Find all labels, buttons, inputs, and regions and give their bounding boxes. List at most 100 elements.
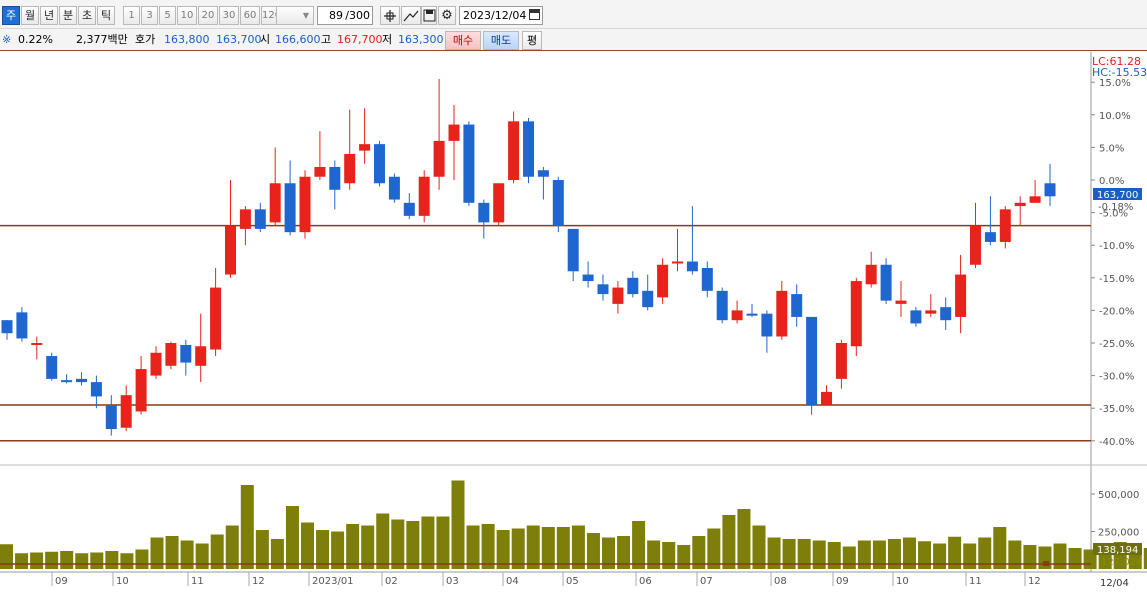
candle-body (761, 313, 773, 337)
flat-button[interactable]: 평 (522, 31, 542, 50)
candle-body (567, 228, 579, 272)
candle-body (537, 170, 549, 177)
interval-button[interactable]: 20 (198, 6, 218, 25)
interval-dropdown[interactable]: ▼ (276, 6, 314, 25)
x-tick-label: 12 (1028, 576, 1041, 587)
volume-bar (571, 525, 585, 569)
interval-button[interactable]: 3 (141, 6, 158, 25)
buy-button[interactable]: 매수 (445, 31, 481, 50)
volume-bar (662, 542, 676, 569)
candle-count-field[interactable]: 89 /300 (317, 6, 373, 25)
volume-bar (541, 527, 555, 569)
interval-button[interactable]: 1 (123, 6, 140, 25)
volume-bar (963, 543, 977, 569)
volume-bar (1023, 545, 1037, 569)
current-change-label: -0.18% (1098, 202, 1133, 213)
volume-bar (225, 525, 239, 569)
interval-button[interactable]: 10 (177, 6, 197, 25)
candle-body (701, 268, 713, 291)
candle-body (850, 281, 862, 347)
price-tick-label: 5.0% (1099, 143, 1124, 154)
interval-button[interactable]: 30 (219, 6, 239, 25)
volume-bar (90, 552, 104, 569)
candle-body (672, 261, 683, 264)
volume-bar (285, 506, 299, 569)
sell-button[interactable]: 매도 (483, 31, 519, 50)
volume-tick-label: 250,000 (1098, 528, 1139, 539)
candle-body (746, 313, 758, 316)
candle-body (120, 395, 132, 428)
settings-button[interactable]: ⚙ (438, 6, 456, 25)
change-icon: ※ (2, 33, 12, 46)
volume-bar (1068, 548, 1082, 569)
candle-body (299, 176, 311, 233)
low-label: 저 (382, 33, 393, 46)
date-field[interactable]: 2023/12/04 (459, 6, 543, 25)
candle-body (835, 343, 847, 379)
candle-body (880, 264, 892, 301)
volume-ma-marker (1043, 561, 1049, 566)
volume-bar (1053, 543, 1067, 569)
x-tick-label: 05 (566, 576, 579, 587)
candle-body (433, 140, 445, 177)
volume-bar (466, 525, 480, 569)
draw-tool-button[interactable] (401, 6, 421, 25)
volume-bar (346, 524, 360, 569)
save-button[interactable] (421, 6, 437, 25)
candle-body (180, 344, 192, 363)
calendar-icon[interactable] (529, 9, 540, 20)
candle-body (910, 310, 922, 324)
x-tick-label: 12 (252, 576, 265, 587)
period-tab[interactable]: 초 (78, 6, 96, 25)
candle-body (478, 202, 490, 223)
volume-bar (707, 528, 721, 569)
volume-bar (993, 527, 1007, 569)
volume-bar (195, 543, 209, 569)
period-tab[interactable]: 틱 (97, 6, 115, 25)
candle-body (493, 183, 505, 223)
candle-body (627, 277, 639, 295)
interval-button[interactable]: 5 (159, 6, 176, 25)
candle-body (984, 232, 996, 242)
volume-bar (918, 541, 932, 569)
x-tick-label: 09 (55, 576, 68, 587)
volume-bar (436, 516, 450, 569)
x-tick-label: 07 (700, 576, 713, 587)
volume-bar (752, 525, 766, 569)
price-chart[interactable]: LC:61.28 HC:-15.53 15.0%10.0%5.0%0.0%-5.… (0, 52, 1147, 595)
high-price: 167,700 (337, 33, 383, 46)
candle-body (105, 404, 117, 430)
chart-toolbar: 주월년분초틱 1 3 5 10 20 30 60 120 ▼ 89 /300 ⚙ 2023/1… (0, 0, 1147, 29)
high-label: 고 (321, 33, 332, 46)
price-tick-label: -25.0% (1099, 339, 1134, 350)
candle-body (895, 300, 907, 304)
price-tick-label: -20.0% (1099, 306, 1134, 317)
candle-body (642, 290, 654, 308)
period-tab[interactable]: 년 (40, 6, 58, 25)
volume-bar (135, 549, 149, 569)
period-tab[interactable]: 주 (2, 6, 20, 25)
trade-volume: 2,377백만 (76, 33, 128, 46)
candle-body (806, 316, 818, 405)
interval-button[interactable]: 60 (240, 6, 260, 25)
volume-bar (632, 521, 646, 569)
volume-bar (45, 551, 59, 569)
candle-body (46, 356, 58, 379)
volume-bar (526, 525, 540, 569)
candle-body (239, 209, 251, 229)
candle-body (925, 310, 937, 314)
candle-body (329, 166, 341, 190)
candle-body (940, 307, 952, 321)
crosshair-tool-button[interactable] (380, 6, 400, 25)
period-tab[interactable]: 월 (21, 6, 39, 25)
price-tick-label: -40.0% (1099, 437, 1134, 448)
price-tick-label: 15.0% (1099, 78, 1131, 89)
open-price: 166,600 (275, 33, 321, 46)
candle-body (1029, 196, 1041, 203)
candle-body (552, 180, 564, 226)
candle-body (210, 287, 222, 350)
period-tab[interactable]: 분 (59, 6, 77, 25)
candle-body (61, 380, 73, 383)
bid-price-1: 163,800 (164, 33, 210, 46)
volume-bar (391, 519, 405, 569)
